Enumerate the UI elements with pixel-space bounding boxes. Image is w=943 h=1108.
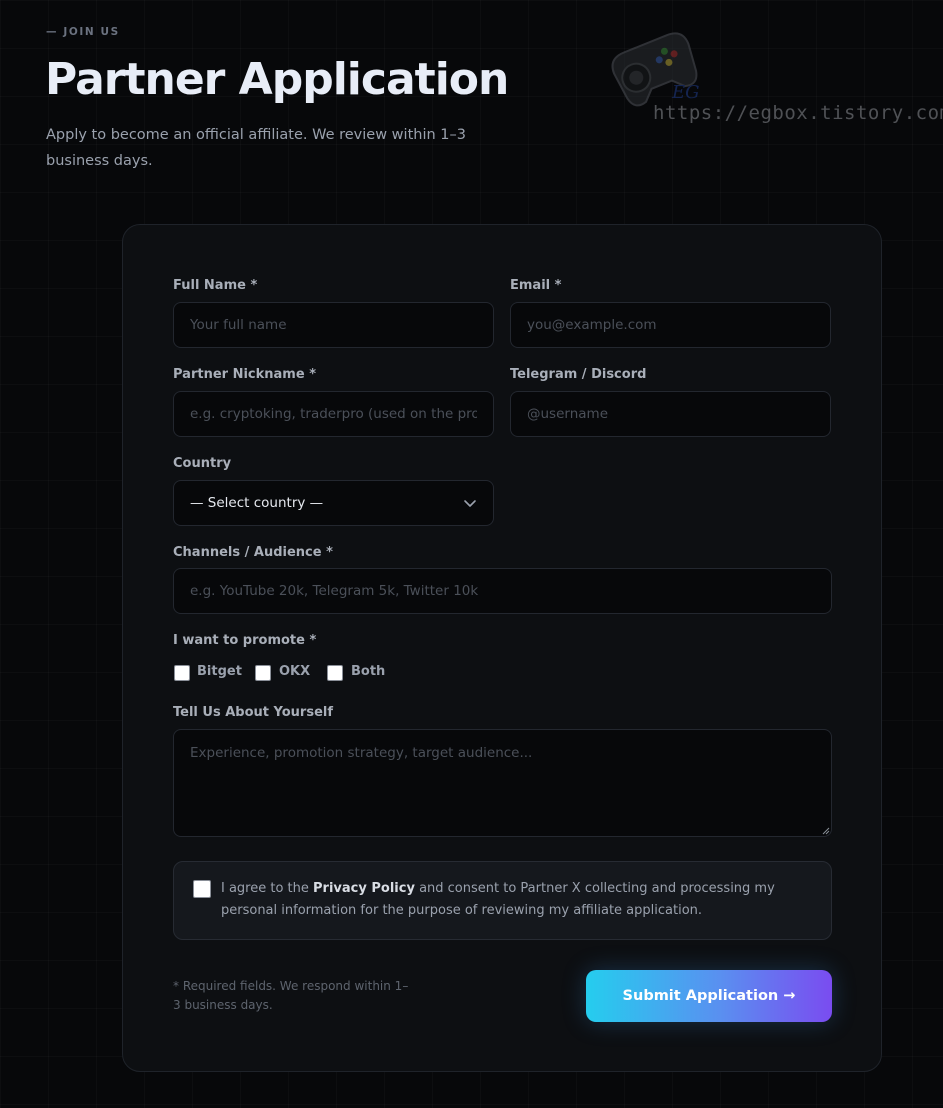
submit-application-button[interactable]: Submit Application →	[586, 970, 832, 1022]
page-subtitle: Apply to become an official affiliate. W…	[46, 127, 466, 169]
channels-input[interactable]	[173, 568, 832, 614]
promote-label: I want to promote *	[173, 633, 317, 648]
eyebrow-label: — JOIN US	[46, 26, 120, 38]
nickname-input[interactable]	[173, 391, 494, 437]
country-select[interactable]: — Select country —	[173, 480, 494, 526]
country-select-value: — Select country —	[190, 495, 324, 511]
privacy-policy-link[interactable]: Privacy Policy	[313, 881, 415, 896]
bitget-checkbox[interactable]	[174, 665, 190, 681]
chevron-down-icon	[464, 500, 476, 507]
consent-text: I agree to the Privacy Policy and consen…	[221, 878, 801, 922]
both-label: Both	[351, 664, 386, 679]
channels-label: Channels / Audience *	[173, 545, 333, 560]
consent-checkbox[interactable]	[193, 880, 211, 898]
consent-box: I agree to the Privacy Policy and consen…	[173, 861, 832, 940]
full-name-label: Full Name *	[173, 278, 258, 293]
both-checkbox[interactable]	[327, 665, 343, 681]
country-label: Country	[173, 456, 232, 471]
watermark-logo: EG	[672, 82, 700, 103]
email-label: Email *	[510, 278, 562, 293]
about-label: Tell Us About Yourself	[173, 705, 333, 720]
okx-checkbox[interactable]	[255, 665, 271, 681]
watermark: EG https://egbox.tistory.com/	[600, 20, 943, 130]
email-input[interactable]	[510, 302, 831, 348]
telegram-discord-input[interactable]	[510, 391, 831, 437]
resize-handle-icon[interactable]	[822, 827, 830, 835]
application-form-card: Full Name * Email * Partner Nickname * T…	[122, 224, 882, 1072]
contact-label: Telegram / Discord	[510, 367, 647, 382]
nickname-label: Partner Nickname *	[173, 367, 316, 382]
bitget-label: Bitget	[197, 664, 242, 679]
watermark-url: https://egbox.tistory.com/	[653, 102, 943, 124]
full-name-input[interactable]	[173, 302, 494, 348]
page-title: Partner Application	[45, 54, 509, 105]
about-textarea[interactable]	[173, 729, 832, 837]
consent-prefix: I agree to the	[221, 881, 314, 896]
okx-label: OKX	[279, 664, 311, 679]
required-fields-note: * Required fields. We respond within 1–3…	[173, 979, 409, 1012]
